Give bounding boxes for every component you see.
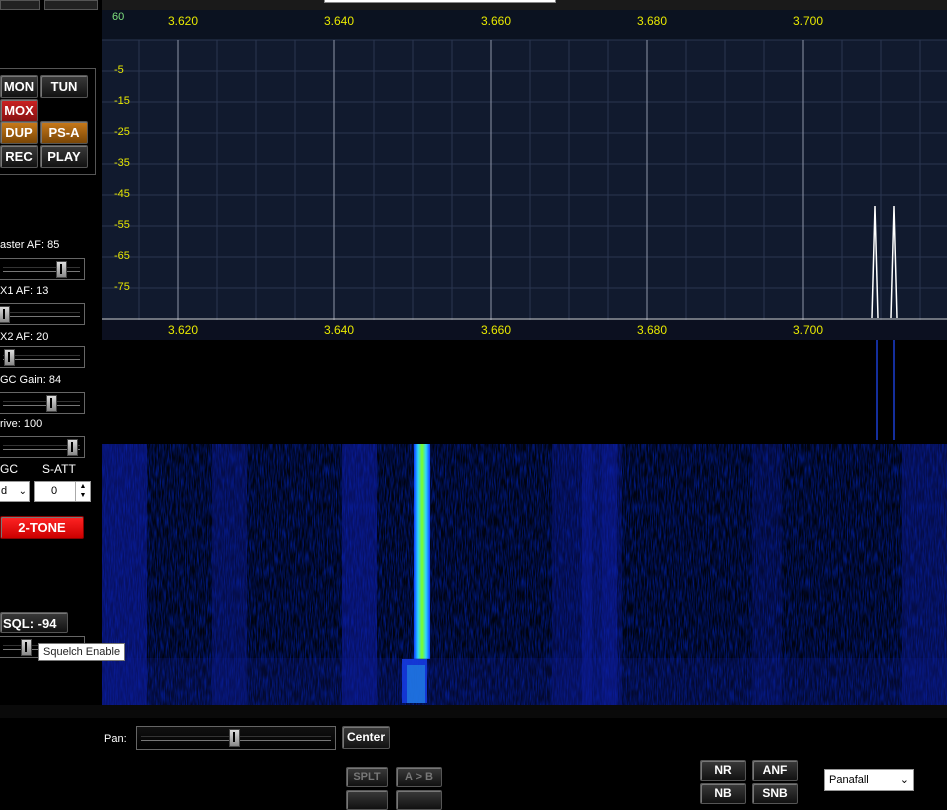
freq-label: 3.700	[793, 14, 824, 28]
left-control-panel: MON TUN MOX DUP PS-A REC PLAY aster AF: …	[0, 0, 102, 718]
db-label: -75	[114, 281, 130, 293]
slider-thumb[interactable]	[67, 439, 78, 456]
freq-label: 3.660	[481, 323, 512, 337]
top-tab[interactable]	[44, 0, 98, 10]
frequency-display-edge	[324, 0, 556, 3]
mox-button[interactable]: MOX	[0, 99, 38, 122]
tun-button[interactable]: TUN	[40, 75, 88, 98]
rx2-af-slider[interactable]	[0, 346, 85, 368]
mon-button[interactable]: MON	[0, 75, 38, 98]
db-label: -65	[114, 250, 130, 262]
master-af-slider[interactable]	[0, 258, 85, 280]
signal-trace	[414, 444, 430, 659]
bottom-control-area: Pan: Center SPLT A > B NR ANF NB SNB Pan…	[102, 718, 947, 810]
db-label: -15	[114, 95, 130, 107]
slider-thumb[interactable]	[0, 306, 10, 323]
slider-thumb[interactable]	[56, 261, 67, 278]
satt-stepper[interactable]: 0 ▲ ▼	[34, 481, 91, 502]
sql-button[interactable]: SQL: -94	[0, 612, 68, 633]
freq-label: 3.620	[168, 323, 199, 337]
agc-mode-value: d	[1, 485, 8, 497]
waterfall-image	[102, 340, 947, 705]
db-label: -55	[114, 219, 130, 231]
satt-label: S-ATT	[42, 462, 76, 476]
top-scale-label: 60	[112, 11, 125, 23]
freq-label: 3.680	[637, 323, 668, 337]
db-label: -25	[114, 126, 130, 138]
slider-thumb[interactable]	[46, 395, 57, 412]
freq-label: 3.680	[637, 14, 668, 28]
stepper-arrows[interactable]: ▲ ▼	[75, 482, 90, 501]
chevron-down-icon: ⌄	[18, 486, 27, 497]
agc-label: GC	[0, 462, 18, 476]
signal-peak	[890, 205, 898, 319]
waterfall-frequency-scale: 3.620 3.640 3.660 3.680 3.700	[102, 320, 947, 340]
rx1-af-slider[interactable]	[0, 303, 85, 325]
rx2-af-value: 20	[36, 331, 49, 343]
drive-label: rive: 100	[0, 418, 43, 430]
drive-value: 100	[23, 418, 43, 430]
top-tab[interactable]	[0, 0, 40, 10]
freq-label: 3.620	[168, 14, 199, 28]
play-button[interactable]: PLAY	[40, 145, 88, 168]
freq-label: 3.660	[481, 14, 512, 28]
master-af-label: aster AF: 85	[0, 239, 60, 251]
top-strip	[102, 0, 947, 10]
satt-value: 0	[50, 485, 58, 497]
freq-label: 3.640	[324, 14, 355, 28]
rx2-af-label: X2 AF: 20	[0, 331, 49, 343]
a-to-b-button[interactable]: A > B	[396, 767, 442, 787]
nb-button[interactable]: NB	[700, 783, 746, 804]
rec-button[interactable]: REC	[0, 145, 38, 168]
db-label: -35	[114, 157, 130, 169]
split-button[interactable]: SPLT	[346, 767, 388, 787]
display-mode-value: Panafall	[829, 774, 869, 786]
dup-button[interactable]: DUP	[0, 121, 38, 144]
snb-button[interactable]: SNB	[752, 783, 798, 804]
control-strip	[0, 705, 947, 718]
slider-thumb[interactable]	[229, 729, 240, 747]
rx1-af-label: X1 AF: 13	[0, 285, 49, 297]
psa-button[interactable]: PS-A	[40, 121, 88, 144]
rx1-af-value: 13	[36, 285, 49, 297]
agc-mode-select[interactable]: d ⌄	[0, 481, 30, 502]
center-button[interactable]: Center	[342, 726, 390, 749]
slider-thumb[interactable]	[4, 349, 15, 366]
master-af-value: 85	[47, 239, 60, 251]
signal-peak	[871, 205, 879, 319]
drive-slider[interactable]	[0, 436, 85, 458]
nr-button[interactable]: NR	[700, 760, 746, 781]
two-tone-button[interactable]: 2-TONE	[0, 516, 84, 539]
chevron-down-icon: ⌄	[899, 774, 909, 786]
db-label: -45	[114, 188, 130, 200]
agc-gain-value: 84	[48, 374, 62, 386]
squelch-tooltip: Squelch Enable	[38, 643, 126, 661]
agc-gain-label: GC Gain: 84	[0, 374, 62, 386]
slider-thumb[interactable]	[21, 639, 32, 656]
display-mode-select[interactable]: Panafall ⌄	[824, 769, 914, 791]
freq-label: 3.640	[324, 323, 355, 337]
lower-button[interactable]	[396, 790, 442, 810]
agc-gain-slider[interactable]	[0, 392, 85, 414]
db-label: -5	[114, 64, 124, 76]
anf-button[interactable]: ANF	[752, 760, 798, 781]
waterfall-display[interactable]	[102, 340, 947, 705]
pan-label: Pan:	[104, 733, 127, 745]
freq-label: 3.700	[793, 323, 824, 337]
pan-slider[interactable]	[136, 726, 336, 750]
panadapter-grid	[102, 10, 947, 320]
panadapter-display[interactable]: 60 3.620 3.640 3.660 3.680 3.700 -5 -15 …	[102, 10, 947, 320]
lower-button[interactable]	[346, 790, 388, 810]
